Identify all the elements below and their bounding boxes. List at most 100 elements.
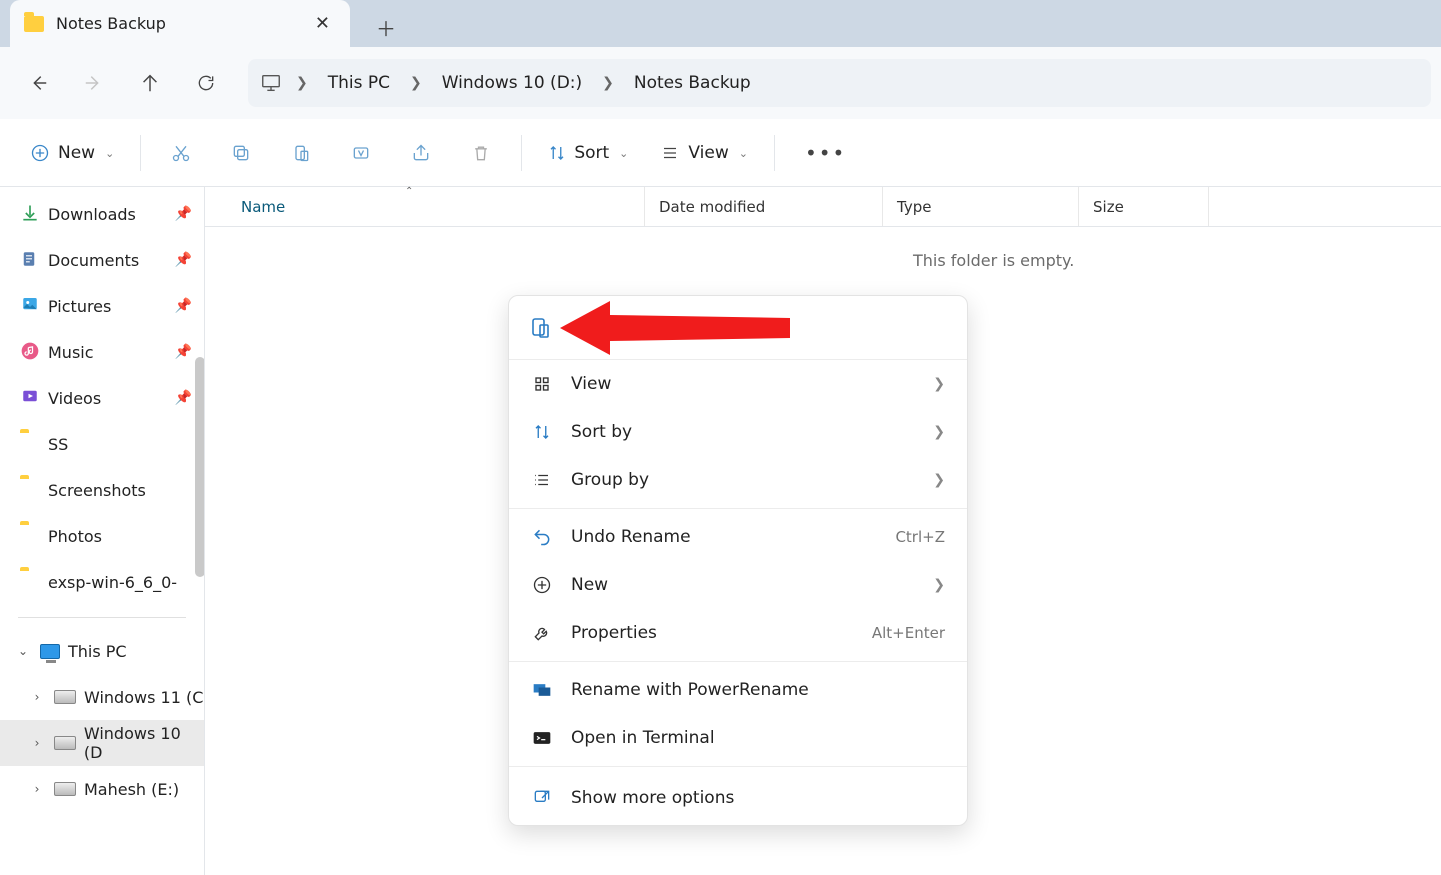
column-label: Size [1093, 198, 1124, 216]
disk-icon [54, 782, 76, 796]
tab-title: Notes Backup [56, 14, 166, 33]
ctx-power-rename[interactable]: Rename with PowerRename [509, 666, 967, 714]
shortcut-label: Alt+Enter [872, 624, 945, 642]
close-tab-button[interactable]: ✕ [309, 9, 336, 38]
shortcut-label: Ctrl+Z [895, 528, 945, 546]
sidebar-item-label: Music [48, 343, 94, 362]
sort-icon [531, 421, 553, 443]
copy-button[interactable] [213, 131, 269, 175]
ctx-label: Sort by [571, 422, 632, 442]
separator [18, 617, 186, 618]
tree-drive-e[interactable]: › Mahesh (E:) [0, 766, 204, 812]
chevron-down-icon: ⌄ [619, 147, 628, 160]
address-bar[interactable]: ❯ This PC ❯ Windows 10 (D:) ❯ Notes Back… [248, 59, 1431, 107]
sidebar-item-label: Downloads [48, 205, 136, 224]
sidebar-item-downloads[interactable]: Downloads 📌 [0, 191, 204, 237]
separator [509, 508, 967, 509]
view-button[interactable]: View ⌄ [646, 131, 762, 175]
chevron-right-icon: ❯ [933, 376, 945, 392]
plus-circle-icon [531, 574, 553, 596]
column-label: Date modified [659, 198, 765, 216]
up-button[interactable] [122, 59, 178, 107]
column-size[interactable]: Size [1079, 187, 1209, 226]
new-label: New [58, 143, 95, 163]
pin-icon: 📌 [175, 206, 192, 222]
sidebar-item-label: Videos [48, 389, 101, 408]
new-tab-button[interactable]: ＋ [366, 7, 406, 47]
sidebar-item-screenshots[interactable]: Screenshots [0, 467, 204, 513]
breadcrumb-drive[interactable]: Windows 10 (D:) [436, 69, 588, 97]
chevron-right-icon[interactable]: ❯ [592, 75, 624, 91]
chevron-right-icon: ❯ [933, 424, 945, 440]
nav-bar: ❯ This PC ❯ Windows 10 (D:) ❯ Notes Back… [0, 47, 1441, 119]
column-label: Type [897, 198, 931, 216]
sidebar-item-label: Photos [48, 527, 102, 546]
ctx-new[interactable]: New ❯ [509, 561, 967, 609]
sort-asc-icon: ⌃ [405, 186, 413, 197]
chevron-right-icon[interactable]: ❯ [286, 75, 318, 91]
ctx-label: New [571, 575, 608, 595]
share-button[interactable] [393, 131, 449, 175]
music-icon [20, 341, 42, 363]
rename-button[interactable] [333, 131, 389, 175]
sidebar-item-exsp[interactable]: exsp-win-6_6_0- [0, 559, 204, 605]
sidebar-item-music[interactable]: Music 📌 [0, 329, 204, 375]
cut-button[interactable] [153, 131, 209, 175]
disk-icon [54, 690, 76, 704]
breadcrumb-folder[interactable]: Notes Backup [628, 69, 757, 97]
scrollbar-thumb[interactable] [195, 357, 205, 577]
refresh-button[interactable] [178, 59, 234, 107]
ctx-show-more[interactable]: Show more options [509, 771, 967, 825]
column-name[interactable]: Name ⌃ [205, 187, 645, 226]
chevron-down-icon: ⌄ [739, 147, 748, 160]
ctx-properties[interactable]: Properties Alt+Enter [509, 609, 967, 657]
pin-icon: 📌 [175, 344, 192, 360]
sidebar-item-ss[interactable]: SS [0, 421, 204, 467]
chevron-right-icon: ❯ [933, 472, 945, 488]
column-type[interactable]: Type [883, 187, 1079, 226]
download-icon [20, 203, 42, 225]
new-button[interactable]: New ⌄ [16, 131, 128, 175]
tab-bar: Notes Backup ✕ ＋ [0, 0, 1441, 47]
more-button[interactable]: ••• [787, 131, 864, 175]
delete-button[interactable] [453, 131, 509, 175]
undo-icon [531, 526, 553, 548]
paste-button[interactable] [273, 131, 329, 175]
chevron-right-icon[interactable]: › [28, 736, 46, 750]
ctx-label: Undo Rename [571, 527, 691, 547]
tree-drive-c[interactable]: › Windows 11 (C [0, 674, 204, 720]
power-rename-icon [531, 679, 553, 701]
chevron-right-icon[interactable]: › [28, 782, 46, 796]
active-tab[interactable]: Notes Backup ✕ [10, 0, 350, 47]
tree-this-pc[interactable]: ⌄ This PC [0, 628, 204, 674]
separator [509, 766, 967, 767]
sidebar-item-label: SS [48, 435, 68, 454]
sidebar-item-pictures[interactable]: Pictures 📌 [0, 283, 204, 329]
chevron-down-icon[interactable]: ⌄ [14, 644, 32, 658]
column-date[interactable]: Date modified [645, 187, 883, 226]
ctx-sort-by[interactable]: Sort by ❯ [509, 408, 967, 456]
ctx-label: View [571, 374, 611, 394]
sidebar-item-documents[interactable]: Documents 📌 [0, 237, 204, 283]
separator [140, 135, 141, 171]
document-icon [20, 249, 42, 271]
ctx-view[interactable]: View ❯ [509, 360, 967, 408]
paste-icon[interactable] [529, 317, 551, 339]
sort-button[interactable]: Sort ⌄ [534, 131, 642, 175]
tree-drive-d[interactable]: › Windows 10 (D [0, 720, 204, 766]
sidebar-item-photos[interactable]: Photos [0, 513, 204, 559]
tree-label: Mahesh (E:) [84, 780, 179, 799]
sidebar-item-videos[interactable]: Videos 📌 [0, 375, 204, 421]
chevron-right-icon[interactable]: › [28, 690, 46, 704]
breadcrumb-this-pc[interactable]: This PC [322, 69, 396, 97]
videos-icon [20, 387, 42, 409]
pin-icon: 📌 [175, 252, 192, 268]
disk-icon [54, 736, 76, 750]
chevron-right-icon[interactable]: ❯ [400, 75, 432, 91]
ctx-open-terminal[interactable]: Open in Terminal [509, 714, 967, 762]
forward-button[interactable] [66, 59, 122, 107]
back-button[interactable] [10, 59, 66, 107]
ctx-undo-rename[interactable]: Undo Rename Ctrl+Z [509, 513, 967, 561]
ctx-group-by[interactable]: Group by ❯ [509, 456, 967, 504]
pc-icon [260, 72, 282, 94]
